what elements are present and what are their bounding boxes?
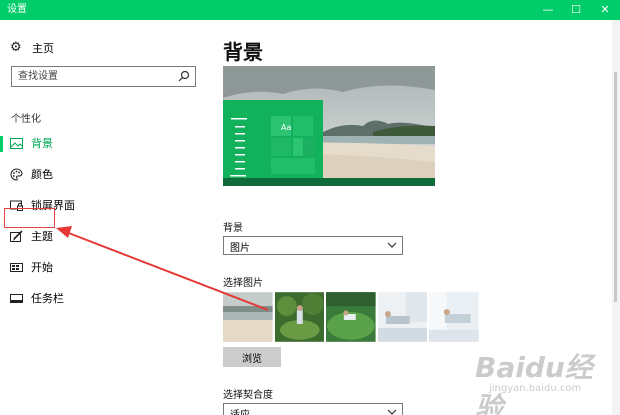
fit-select[interactable]: 适应 [223, 403, 403, 415]
page-title: 背景 [223, 40, 263, 64]
annotation-highlight-box [4, 208, 55, 228]
search-icon[interactable] [177, 69, 191, 84]
background-label: 背景 [223, 223, 243, 234]
background-type-select[interactable]: 图片 [223, 236, 403, 255]
search-input[interactable] [12, 67, 172, 86]
home-label: 主页 [32, 42, 54, 55]
fit-value: 适应 [230, 406, 250, 415]
maximize-button[interactable]: ☐ [561, 0, 591, 20]
sidebar-item-taskbar[interactable]: 任务栏 [0, 288, 207, 310]
chevron-down-icon [387, 242, 397, 248]
window-title: 设置 [7, 4, 27, 15]
picture-icon [10, 138, 23, 149]
preview-tile-label: Aa [281, 123, 291, 132]
background-preview: Aa [223, 66, 435, 186]
picture-thumbnail-bright-room[interactable] [377, 292, 428, 342]
title-bar: 设置 — ☐ ✕ [0, 0, 620, 20]
sidebar-item-label: 开始 [31, 261, 53, 274]
fit-label: 选择契合度 [223, 390, 273, 401]
palette-icon [10, 168, 23, 181]
background-type-value: 图片 [230, 243, 250, 254]
sidebar-item-start[interactable]: 开始 [0, 257, 207, 279]
chevron-down-icon [387, 409, 397, 415]
start-menu-icon [10, 263, 23, 272]
gear-icon: ⚙ [10, 40, 22, 55]
active-indicator [0, 136, 3, 152]
sidebar-item-themes[interactable]: 主题 [0, 226, 207, 248]
minimize-button[interactable]: — [533, 0, 563, 20]
baidu-watermark: Baidu经验 jingyan.baidu.com [475, 346, 615, 415]
search-box [11, 66, 196, 87]
sidebar-item-label: 任务栏 [31, 292, 64, 305]
choose-picture-label: 选择图片 [223, 278, 263, 289]
picture-thumbnail-beach[interactable] [223, 292, 273, 342]
picture-thumbnails [223, 292, 479, 342]
home-link[interactable]: ⚙ 主页 [10, 39, 190, 57]
sidebar-item-label: 颜色 [31, 168, 53, 181]
sidebar-item-background[interactable]: 背景 [0, 133, 207, 155]
picture-thumbnail-forest-person[interactable] [274, 292, 325, 342]
close-button[interactable]: ✕ [590, 0, 620, 20]
browse-button[interactable]: 浏览 [223, 347, 281, 367]
taskbar-icon [10, 294, 23, 303]
watermark-brand: Baidu经验 [475, 351, 593, 415]
sidebar-item-label: 背景 [31, 137, 53, 150]
sidebar-item-label: 主题 [31, 230, 53, 243]
scrollbar-thumb[interactable] [614, 72, 617, 302]
section-label-personalization: 个性化 [11, 114, 41, 125]
sidebar-item-colors[interactable]: 颜色 [0, 164, 207, 186]
theme-brush-icon [10, 230, 23, 242]
picture-thumbnail-grass-field[interactable] [326, 292, 376, 342]
picture-thumbnail-white-scene[interactable] [429, 292, 479, 342]
watermark-url: jingyan.baidu.com [489, 383, 582, 394]
